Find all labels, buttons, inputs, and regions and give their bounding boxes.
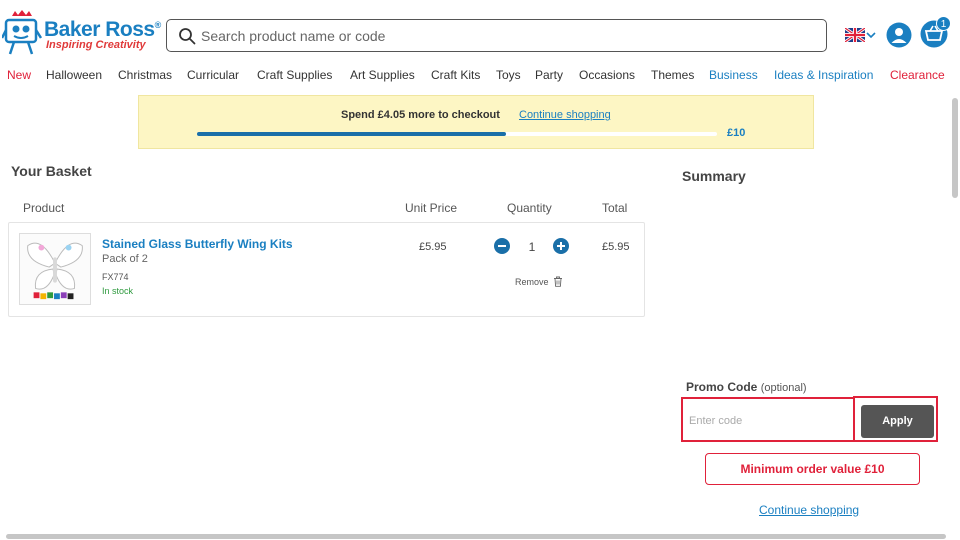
promo-code-field-wrapper [681, 397, 855, 442]
uk-flag-icon[interactable] [845, 28, 865, 42]
account-icon[interactable] [886, 22, 912, 48]
nav-item-curricular[interactable]: Curricular [187, 68, 239, 82]
apply-button-wrapper: Apply [853, 396, 938, 442]
product-name-link[interactable]: Stained Glass Butterfly Wing Kits [102, 237, 293, 251]
trash-icon[interactable] [553, 276, 563, 287]
search-icon[interactable] [178, 27, 196, 45]
nav-item-halloween[interactable]: Halloween [46, 68, 102, 82]
unit-price: £5.95 [419, 241, 447, 253]
mascot-logo-icon [2, 10, 42, 55]
brand-tagline: Inspiring Creativity [46, 39, 146, 51]
nav-item-business[interactable]: Business [709, 68, 758, 82]
vertical-scrollbar[interactable] [952, 98, 958, 198]
decrease-quantity-button[interactable] [494, 238, 510, 254]
brand-logo[interactable]: Baker Ross® Inspiring Creativity [2, 8, 161, 58]
cart-count-badge: 1 [936, 16, 951, 31]
line-total: £5.95 [602, 241, 630, 253]
nav-item-craft-kits[interactable]: Craft Kits [431, 68, 480, 82]
nav-item-craft-supplies[interactable]: Craft Supplies [257, 68, 332, 82]
basket-title: Your Basket [11, 163, 92, 179]
nav-item-themes[interactable]: Themes [651, 68, 694, 82]
product-code: FX774 [102, 272, 129, 282]
basket-line-item: Stained Glass Butterfly Wing Kits Pack o… [8, 222, 645, 317]
nav-item-ideas-inspiration[interactable]: Ideas & Inspiration [774, 68, 873, 82]
spend-target-label: £10 [727, 127, 746, 139]
minimum-order-notice: Minimum order value £10 [705, 453, 920, 485]
main-nav: New Halloween Christmas Curricular Craft… [0, 68, 960, 86]
column-header-unit-price: Unit Price [405, 201, 458, 215]
nav-item-party[interactable]: Party [535, 68, 563, 82]
site-header: Baker Ross® Inspiring Creativity 1 [0, 0, 960, 66]
nav-item-occasions[interactable]: Occasions [579, 68, 635, 82]
nav-item-christmas[interactable]: Christmas [118, 68, 172, 82]
column-header-total: Total [602, 201, 628, 215]
nav-item-toys[interactable]: Toys [496, 68, 521, 82]
quantity-value: 1 [528, 240, 536, 254]
nav-item-new[interactable]: New [7, 68, 31, 82]
search-input[interactable] [201, 21, 811, 50]
checkout-threshold-banner: Spend £4.05 more to checkout Continue sh… [138, 95, 814, 149]
spend-progress-fill [197, 132, 507, 136]
horizontal-scrollbar[interactable] [6, 534, 946, 539]
banner-continue-shopping-link[interactable]: Continue shopping [519, 109, 611, 121]
promo-code-label: Promo Code (optional) [686, 380, 807, 394]
promo-optional-note: (optional) [760, 382, 807, 394]
product-pack-size: Pack of 2 [102, 253, 148, 265]
nav-item-art-supplies[interactable]: Art Supplies [350, 68, 415, 82]
column-header-product: Product [23, 201, 65, 215]
chevron-down-icon[interactable] [866, 30, 876, 40]
remove-item-button[interactable]: Remove [515, 277, 549, 287]
spend-more-message: Spend £4.05 more to checkout [341, 109, 500, 121]
search-bar [166, 19, 827, 52]
stock-status: In stock [102, 286, 134, 296]
increase-quantity-button[interactable] [553, 238, 569, 254]
spend-progress-bar [197, 132, 717, 136]
continue-shopping-link[interactable]: Continue shopping [759, 503, 859, 517]
nav-item-clearance[interactable]: Clearance [890, 68, 945, 82]
summary-title: Summary [682, 168, 746, 184]
promo-code-input[interactable] [689, 407, 849, 434]
column-header-quantity: Quantity [507, 201, 552, 215]
product-thumbnail[interactable] [19, 233, 91, 305]
apply-promo-button[interactable]: Apply [861, 405, 934, 438]
